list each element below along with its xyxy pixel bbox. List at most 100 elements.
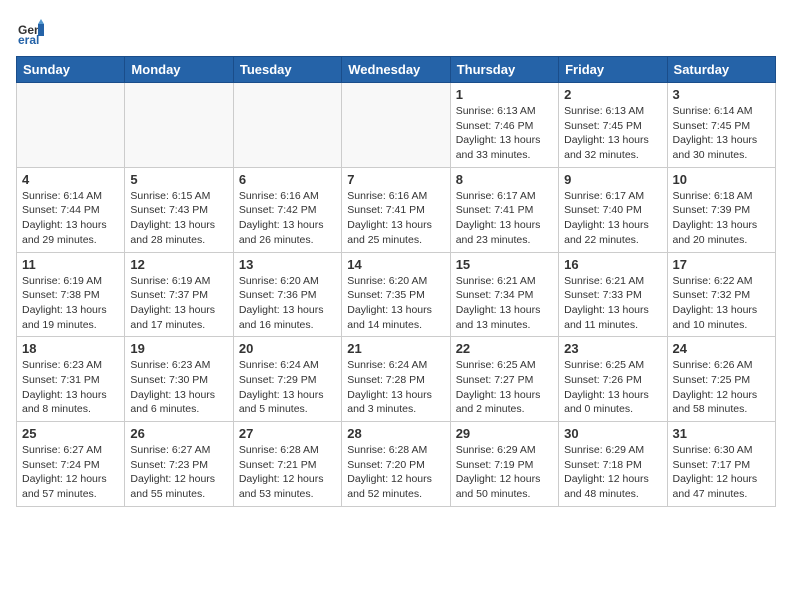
day-info: Sunrise: 6:25 AM Sunset: 7:27 PM Dayligh… bbox=[456, 358, 553, 417]
day-info: Sunrise: 6:22 AM Sunset: 7:32 PM Dayligh… bbox=[673, 274, 770, 333]
calendar-cell: 26Sunrise: 6:27 AM Sunset: 7:23 PM Dayli… bbox=[125, 422, 233, 507]
day-number: 14 bbox=[347, 257, 444, 272]
day-info: Sunrise: 6:25 AM Sunset: 7:26 PM Dayligh… bbox=[564, 358, 661, 417]
calendar-cell: 12Sunrise: 6:19 AM Sunset: 7:37 PM Dayli… bbox=[125, 252, 233, 337]
day-number: 3 bbox=[673, 87, 770, 102]
day-info: Sunrise: 6:17 AM Sunset: 7:41 PM Dayligh… bbox=[456, 189, 553, 248]
calendar-cell: 29Sunrise: 6:29 AM Sunset: 7:19 PM Dayli… bbox=[450, 422, 558, 507]
day-number: 21 bbox=[347, 341, 444, 356]
day-number: 15 bbox=[456, 257, 553, 272]
day-info: Sunrise: 6:21 AM Sunset: 7:34 PM Dayligh… bbox=[456, 274, 553, 333]
day-number: 1 bbox=[456, 87, 553, 102]
day-number: 11 bbox=[22, 257, 119, 272]
day-number: 25 bbox=[22, 426, 119, 441]
day-info: Sunrise: 6:27 AM Sunset: 7:24 PM Dayligh… bbox=[22, 443, 119, 502]
svg-text:eral: eral bbox=[18, 33, 39, 46]
day-number: 19 bbox=[130, 341, 227, 356]
day-number: 18 bbox=[22, 341, 119, 356]
calendar-cell: 24 Sunrise: 6:26 AM Sunset: 7:25 PM Dayli… bbox=[667, 337, 775, 422]
day-number: 13 bbox=[239, 257, 336, 272]
calendar-cell: 28 Sunrise: 6:28 AM Sunset: 7:20 PM Dayli… bbox=[342, 422, 450, 507]
calendar-cell: 14 Sunrise: 6:20 AM Sunset: 7:35 PM Dayli… bbox=[342, 252, 450, 337]
day-header-sunday: Sunday bbox=[17, 57, 125, 83]
day-number: 2 bbox=[564, 87, 661, 102]
calendar-cell: 9 Sunrise: 6:17 AM Sunset: 7:40 PM Daylig… bbox=[559, 167, 667, 252]
day-number: 16 bbox=[564, 257, 661, 272]
calendar-cell: 21 Sunrise: 6:24 AM Sunset: 7:28 PM Dayli… bbox=[342, 337, 450, 422]
day-info: Sunrise: 6:16 AM Sunset: 7:41 PM Dayligh… bbox=[347, 189, 444, 248]
day-number: 10 bbox=[673, 172, 770, 187]
calendar-cell bbox=[17, 83, 125, 168]
day-number: 27 bbox=[239, 426, 336, 441]
calendar-cell: 20 Sunrise: 6:24 AM Sunset: 7:29 PM Dayli… bbox=[233, 337, 341, 422]
day-info: Sunrise: 6:21 AM Sunset: 7:33 PM Dayligh… bbox=[564, 274, 661, 333]
day-info: Sunrise: 6:15 AM Sunset: 7:43 PM Dayligh… bbox=[130, 189, 227, 248]
day-number: 12 bbox=[130, 257, 227, 272]
calendar-cell: 19 Sunrise: 6:23 AM Sunset: 7:30 PM Dayli… bbox=[125, 337, 233, 422]
day-info: Sunrise: 6:29 AM Sunset: 7:18 PM Dayligh… bbox=[564, 443, 661, 502]
calendar-cell: 13 Sunrise: 6:20 AM Sunset: 7:36 PM Dayli… bbox=[233, 252, 341, 337]
calendar-header-row: SundayMondayTuesdayWednesdayThursdayFrid… bbox=[17, 57, 776, 83]
calendar-cell: 17 Sunrise: 6:22 AM Sunset: 7:32 PM Dayli… bbox=[667, 252, 775, 337]
day-number: 26 bbox=[130, 426, 227, 441]
day-number: 8 bbox=[456, 172, 553, 187]
day-header-thursday: Thursday bbox=[450, 57, 558, 83]
day-number: 20 bbox=[239, 341, 336, 356]
day-number: 5 bbox=[130, 172, 227, 187]
day-info: Sunrise: 6:24 AM Sunset: 7:29 PM Dayligh… bbox=[239, 358, 336, 417]
calendar-cell: 23 Sunrise: 6:25 AM Sunset: 7:26 PM Dayli… bbox=[559, 337, 667, 422]
calendar-week-5: 25 Sunrise: 6:27 AM Sunset: 7:24 PM Dayli… bbox=[17, 422, 776, 507]
day-info: Sunrise: 6:13 AM Sunset: 7:46 PM Dayligh… bbox=[456, 104, 553, 163]
day-info: Sunrise: 6:14 AM Sunset: 7:45 PM Dayligh… bbox=[673, 104, 770, 163]
day-number: 28 bbox=[347, 426, 444, 441]
day-info: Sunrise: 6:26 AM Sunset: 7:25 PM Dayligh… bbox=[673, 358, 770, 417]
calendar-cell: 30Sunrise: 6:29 AM Sunset: 7:18 PM Dayli… bbox=[559, 422, 667, 507]
day-info: Sunrise: 6:28 AM Sunset: 7:20 PM Dayligh… bbox=[347, 443, 444, 502]
day-info: Sunrise: 6:24 AM Sunset: 7:28 PM Dayligh… bbox=[347, 358, 444, 417]
calendar-cell: 25 Sunrise: 6:27 AM Sunset: 7:24 PM Dayli… bbox=[17, 422, 125, 507]
day-info: Sunrise: 6:20 AM Sunset: 7:36 PM Dayligh… bbox=[239, 274, 336, 333]
day-number: 4 bbox=[22, 172, 119, 187]
day-info: Sunrise: 6:29 AM Sunset: 7:19 PM Dayligh… bbox=[456, 443, 553, 502]
day-number: 6 bbox=[239, 172, 336, 187]
calendar-week-2: 4 Sunrise: 6:14 AM Sunset: 7:44 PM Daylig… bbox=[17, 167, 776, 252]
calendar-cell bbox=[233, 83, 341, 168]
calendar-week-4: 18 Sunrise: 6:23 AM Sunset: 7:31 PM Dayli… bbox=[17, 337, 776, 422]
calendar-cell: 31 Sunrise: 6:30 AM Sunset: 7:17 PM Dayli… bbox=[667, 422, 775, 507]
day-info: Sunrise: 6:20 AM Sunset: 7:35 PM Dayligh… bbox=[347, 274, 444, 333]
day-number: 31 bbox=[673, 426, 770, 441]
calendar-cell: 11Sunrise: 6:19 AM Sunset: 7:38 PM Dayli… bbox=[17, 252, 125, 337]
day-info: Sunrise: 6:13 AM Sunset: 7:45 PM Dayligh… bbox=[564, 104, 661, 163]
calendar-cell: 4 Sunrise: 6:14 AM Sunset: 7:44 PM Daylig… bbox=[17, 167, 125, 252]
day-header-wednesday: Wednesday bbox=[342, 57, 450, 83]
calendar-cell bbox=[125, 83, 233, 168]
calendar-cell: 3 Sunrise: 6:14 AM Sunset: 7:45 PM Daylig… bbox=[667, 83, 775, 168]
logo: Gen eral bbox=[16, 16, 50, 46]
calendar-cell: 18 Sunrise: 6:23 AM Sunset: 7:31 PM Dayli… bbox=[17, 337, 125, 422]
day-number: 9 bbox=[564, 172, 661, 187]
day-number: 24 bbox=[673, 341, 770, 356]
day-info: Sunrise: 6:23 AM Sunset: 7:30 PM Dayligh… bbox=[130, 358, 227, 417]
calendar-cell: 5 Sunrise: 6:15 AM Sunset: 7:43 PM Daylig… bbox=[125, 167, 233, 252]
day-number: 17 bbox=[673, 257, 770, 272]
calendar-cell: 2 Sunrise: 6:13 AM Sunset: 7:45 PM Daylig… bbox=[559, 83, 667, 168]
day-number: 7 bbox=[347, 172, 444, 187]
day-header-saturday: Saturday bbox=[667, 57, 775, 83]
calendar-cell: 16 Sunrise: 6:21 AM Sunset: 7:33 PM Dayli… bbox=[559, 252, 667, 337]
day-info: Sunrise: 6:30 AM Sunset: 7:17 PM Dayligh… bbox=[673, 443, 770, 502]
calendar-cell: 10 Sunrise: 6:18 AM Sunset: 7:39 PM Dayli… bbox=[667, 167, 775, 252]
calendar-cell: 27Sunrise: 6:28 AM Sunset: 7:21 PM Dayli… bbox=[233, 422, 341, 507]
day-info: Sunrise: 6:18 AM Sunset: 7:39 PM Dayligh… bbox=[673, 189, 770, 248]
day-info: Sunrise: 6:23 AM Sunset: 7:31 PM Dayligh… bbox=[22, 358, 119, 417]
calendar-week-1: 1 Sunrise: 6:13 AM Sunset: 7:46 PM Daylig… bbox=[17, 83, 776, 168]
calendar-cell: 22Sunrise: 6:25 AM Sunset: 7:27 PM Dayli… bbox=[450, 337, 558, 422]
day-number: 23 bbox=[564, 341, 661, 356]
day-header-monday: Monday bbox=[125, 57, 233, 83]
calendar-cell: 7 Sunrise: 6:16 AM Sunset: 7:41 PM Daylig… bbox=[342, 167, 450, 252]
day-info: Sunrise: 6:14 AM Sunset: 7:44 PM Dayligh… bbox=[22, 189, 119, 248]
logo-icon: Gen eral bbox=[16, 16, 46, 46]
calendar-cell: 6Sunrise: 6:16 AM Sunset: 7:42 PM Daylig… bbox=[233, 167, 341, 252]
calendar-cell bbox=[342, 83, 450, 168]
day-info: Sunrise: 6:17 AM Sunset: 7:40 PM Dayligh… bbox=[564, 189, 661, 248]
calendar-week-3: 11Sunrise: 6:19 AM Sunset: 7:38 PM Dayli… bbox=[17, 252, 776, 337]
